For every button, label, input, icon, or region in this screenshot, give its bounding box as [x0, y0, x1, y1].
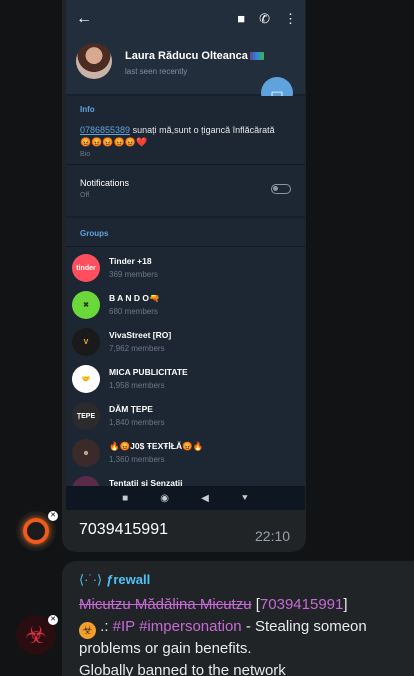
hide-keyboard-icon: ⯆ — [240, 492, 249, 504]
recents-icon: ■ — [122, 492, 129, 504]
profile-avatar — [76, 43, 112, 79]
group-name: MICA PUBLICITATE — [109, 367, 188, 377]
group-members: 1,958 members — [109, 381, 165, 390]
group-list-item[interactable]: tinder Tinder +18 369 members — [66, 250, 305, 286]
group-members: 1,360 members — [109, 455, 165, 464]
android-navbar: ■ ◉ ◀ ⯆ — [66, 486, 305, 510]
group-members: 369 members — [109, 270, 158, 279]
info-section: Info 0786855389 sunați mă,sunt o țigancă… — [66, 96, 305, 216]
bio-phone-link: 0786855389 — [80, 125, 131, 135]
avatar-badge-icon: ✕ — [48, 615, 58, 625]
group-members: 1,840 members — [109, 418, 165, 427]
embedded-screenshot[interactable]: ← ■ ✆ ⋮ Laura Răducu Olteanca last seen … — [66, 0, 305, 510]
group-avatar: tinder — [72, 254, 100, 282]
notifications-value: Off — [80, 192, 90, 199]
divider — [66, 246, 305, 247]
group-list-item[interactable]: ✖ B A N D O🔫 680 members — [66, 287, 305, 323]
group-name: B A N D O🔫 — [109, 293, 160, 303]
message-caption: 7039415991 — [79, 521, 168, 538]
group-avatar: ☻ — [72, 439, 100, 467]
biohazard-icon: ☣ — [25, 621, 47, 649]
more-menu-icon: ⋮ — [284, 11, 297, 26]
group-list-item[interactable]: V VivaStreet [RO] 7,962 members — [66, 324, 305, 360]
avatar-ring-icon — [23, 518, 49, 544]
message-line: Globally banned to the network — [79, 662, 286, 676]
flag-icon — [249, 52, 264, 61]
phone-call-icon: ✆ — [259, 11, 270, 26]
home-icon: ◉ — [160, 492, 169, 504]
user-id-link[interactable]: 7039415991 — [260, 596, 343, 613]
hashtag-link[interactable]: #impersonation — [135, 618, 242, 635]
biohazard-icon: ☣ — [79, 622, 96, 639]
hashtag-link[interactable]: #IP — [113, 618, 135, 635]
video-call-icon: ■ — [237, 11, 246, 26]
notifications-label: Notifications — [80, 178, 130, 188]
sender-avatar[interactable]: ✕ — [16, 511, 58, 551]
bio-text: 0786855389 sunați mă,sunt o țigancă înfl… — [80, 125, 275, 147]
bio-label: Bio — [80, 151, 91, 158]
group-name: DĂM ȚEPE — [109, 404, 153, 414]
tab-groups: Groups — [80, 229, 109, 238]
message-time: 22:10 — [255, 528, 291, 544]
group-members: 680 members — [109, 307, 158, 316]
divider — [66, 164, 305, 165]
group-avatar: ȚEPE — [72, 402, 100, 430]
info-title: Info — [80, 105, 95, 114]
group-list-item[interactable]: 🤝 MICA PUBLICITATE 1,958 members — [66, 361, 305, 397]
profile-toolbar: ← ■ ✆ ⋮ — [66, 0, 305, 40]
group-members: 7,962 members — [109, 344, 165, 353]
mention-link[interactable]: Micutzu Mădălina Micutzu — [79, 596, 252, 613]
group-avatar: V — [72, 328, 100, 356]
sender-name[interactable]: ⟨·˙·⟩ ƒrewall — [79, 572, 150, 588]
back-arrow-icon: ← — [76, 10, 92, 27]
message-line: problems or gain benefits. — [79, 640, 252, 657]
message-line: ☣ .: #IP #impersonation - Stealing someo… — [79, 618, 367, 639]
profile-status: last seen recently — [125, 67, 188, 76]
groups-section: Groups tinder Tinder +18 369 members ✖ B A N… — [66, 218, 305, 504]
notifications-toggle — [271, 184, 291, 194]
group-list-item[interactable]: ȚEPE DĂM ȚEPE 1,840 members — [66, 398, 305, 434]
message-line: Micutzu Mădălina Micutzu [7039415991] — [79, 596, 348, 613]
group-name: VivaStreet [RO] — [109, 330, 172, 340]
back-icon: ◀ — [201, 492, 209, 504]
group-avatar: ✖ — [72, 291, 100, 319]
sender-avatar[interactable]: ☣ ✕ — [16, 615, 58, 655]
group-avatar: 🤝 — [72, 365, 100, 393]
avatar-badge-icon: ✕ — [48, 511, 58, 521]
group-name: Tinder +18 — [109, 256, 152, 266]
group-list-item[interactable]: ☻ 🔥😡J0$ ŦEXŦİŁĂ😡🔥 1,360 members — [66, 435, 305, 471]
profile-name: Laura Răducu Olteanca — [125, 50, 264, 62]
group-name: 🔥😡J0$ ŦEXŦİŁĂ😡🔥 — [109, 441, 204, 451]
